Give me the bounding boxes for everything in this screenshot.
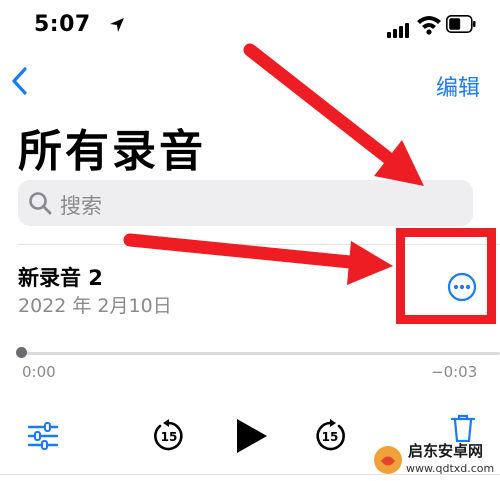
search-input[interactable]: 搜索 [18, 180, 473, 226]
edit-button[interactable]: 编辑 [436, 70, 480, 102]
watermark-url: www.qdtxd.com [406, 462, 495, 475]
cellular-signal-icon [387, 19, 411, 38]
skip-forward-seconds: 15 [322, 430, 339, 444]
skip-forward-15-icon[interactable]: 15 [312, 418, 348, 454]
search-placeholder: 搜索 [60, 194, 102, 218]
watermark-icon [374, 446, 402, 474]
battery-icon [446, 15, 476, 33]
skip-back-seconds: 15 [161, 430, 178, 444]
annotation-arrow-top [243, 43, 424, 186]
recording-date: 2022 年 2月10日 [18, 295, 172, 317]
status-bar: 5:07 [0, 0, 500, 52]
playback-scrubber-track[interactable] [22, 352, 500, 355]
annotation-highlight-box [396, 228, 496, 324]
options-sliders-icon[interactable] [27, 422, 59, 450]
remaining-time: −0:03 [431, 363, 478, 381]
play-icon[interactable] [234, 416, 270, 456]
watermark-logo: 启东安卓网 www.qdtxd.com [372, 440, 500, 481]
watermark-brand: 启东安卓网 [408, 442, 484, 460]
trash-icon[interactable] [448, 412, 478, 442]
recording-title[interactable]: 新录音 2 [18, 262, 103, 292]
skip-back-15-icon[interactable]: 15 [151, 418, 187, 454]
back-chevron-icon[interactable] [8, 66, 32, 96]
elapsed-time: 0:00 [22, 363, 56, 381]
annotation-arrow-bottom [123, 233, 393, 285]
wifi-icon [417, 16, 441, 35]
page-title: 所有录音 [18, 126, 206, 177]
status-time: 5:07 [34, 12, 91, 37]
location-arrow-icon [110, 18, 124, 32]
playback-scrubber-thumb[interactable] [16, 347, 27, 358]
search-icon [29, 192, 52, 215]
